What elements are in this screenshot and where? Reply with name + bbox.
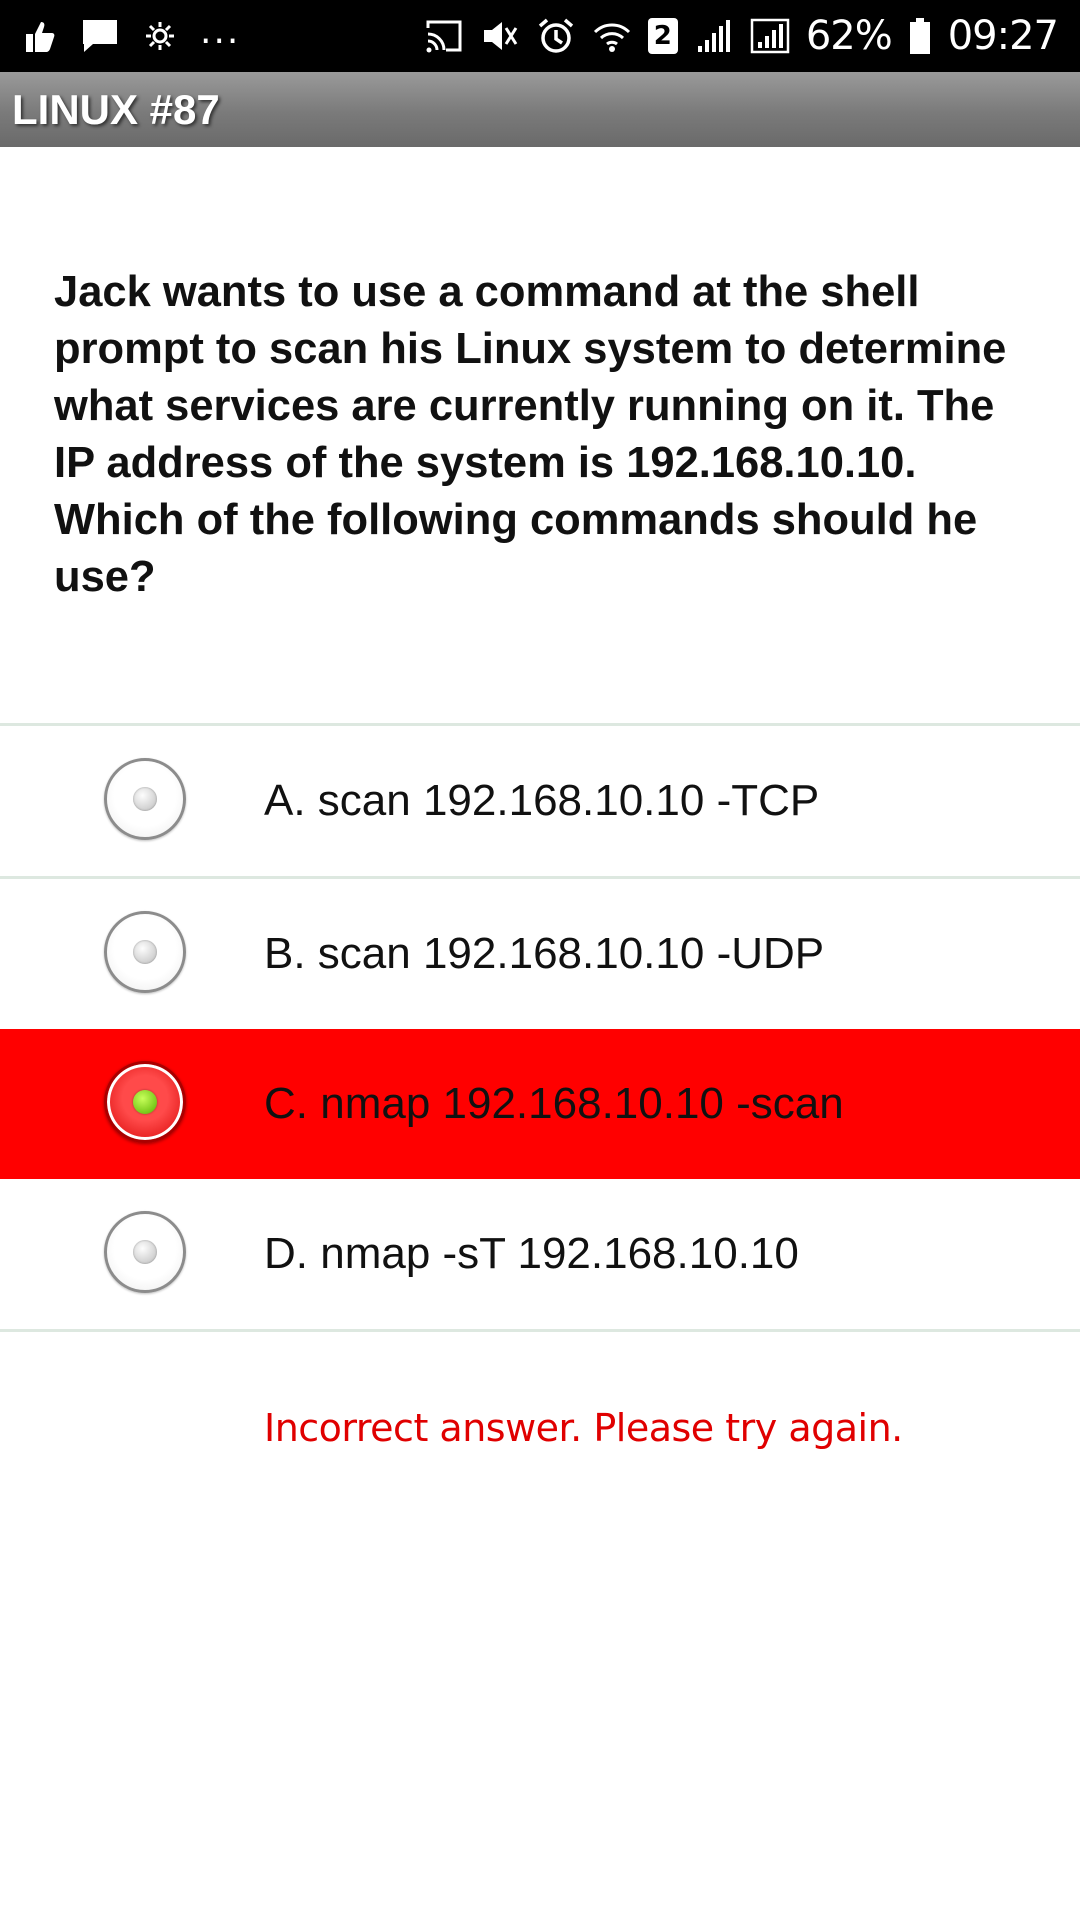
- wifi-icon: [592, 16, 632, 56]
- option-label: A. scan 192.168.10.10 -TCP: [264, 776, 820, 825]
- page-title: LINUX #87: [12, 86, 220, 133]
- signal-icon: [694, 16, 734, 56]
- question-text: Jack wants to use a command at the shell…: [54, 268, 1007, 601]
- option-a[interactable]: A. scan 192.168.10.10 -TCP: [0, 726, 1080, 876]
- notification-icons: ...: [20, 10, 241, 58]
- answer-options: A. scan 192.168.10.10 -TCP B. scan 192.1…: [0, 723, 1080, 1332]
- radio-button-a[interactable]: [104, 758, 186, 840]
- option-label: D. nmap -sT 192.168.10.10: [264, 1229, 799, 1278]
- chat-bubble-icon: [80, 16, 120, 56]
- option-b[interactable]: B. scan 192.168.10.10 -UDP: [0, 879, 1080, 1029]
- clock: 09:27: [947, 13, 1059, 59]
- feedback-message: Incorrect answer. Please try again.: [264, 1406, 903, 1450]
- title-bar: LINUX #87: [0, 72, 1080, 147]
- radio-indicator: [133, 1090, 157, 1114]
- option-label: C. nmap 192.168.10.10 -scan: [264, 1079, 844, 1128]
- mute-icon: [480, 16, 520, 56]
- signal-icon: [750, 16, 790, 56]
- option-label: B. scan 192.168.10.10 -UDP: [264, 929, 825, 978]
- battery-icon: [908, 16, 932, 56]
- cast-icon: [424, 16, 464, 56]
- radio-indicator: [133, 787, 157, 811]
- blossom-icon: [140, 16, 180, 56]
- radio-button-d[interactable]: [104, 1211, 186, 1293]
- battery-percentage: 62%: [805, 13, 893, 59]
- radio-indicator: [133, 1240, 157, 1264]
- system-indicators: 2 62% 09:27: [424, 10, 1059, 62]
- thumbs-up-icon: [20, 16, 60, 56]
- radio-button-b[interactable]: [104, 911, 186, 993]
- alarm-icon: [536, 16, 576, 56]
- sim-2-badge: 2: [647, 18, 678, 54]
- option-d[interactable]: D. nmap -sT 192.168.10.10: [0, 1179, 1080, 1329]
- divider: [0, 1329, 1080, 1332]
- option-c[interactable]: C. nmap 192.168.10.10 -scan: [0, 1029, 1080, 1179]
- more-notifications-icon: ...: [200, 10, 241, 52]
- status-bar: ... 2 62% 09:27: [0, 0, 1080, 72]
- radio-button-c[interactable]: [104, 1061, 186, 1143]
- radio-indicator: [133, 940, 157, 964]
